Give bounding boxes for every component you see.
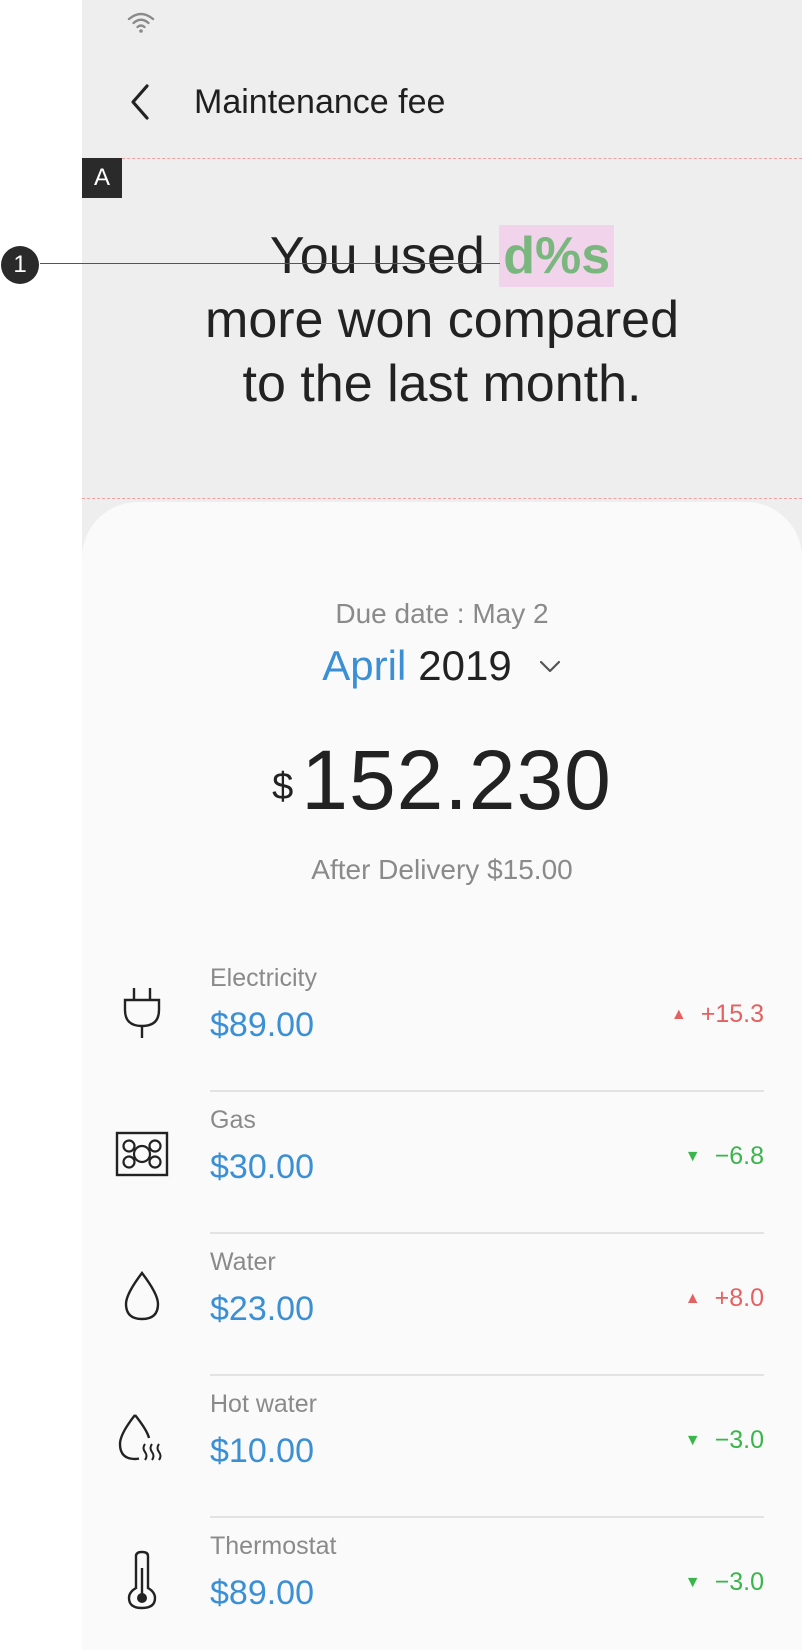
change-value: −3.0 — [714, 1568, 764, 1596]
item-change: ▲ +8.0 — [685, 1284, 764, 1313]
item-value: $23.00 — [210, 1290, 314, 1328]
item-value: $30.00 — [210, 1148, 314, 1186]
item-label: Thermostat — [210, 1532, 337, 1560]
item-value: $10.00 — [210, 1432, 314, 1470]
headline-line-3: to the last month. — [242, 355, 642, 413]
headline-line-1: You used d%s — [82, 224, 802, 288]
change-value: +8.0 — [714, 1284, 764, 1312]
item-label: Hot water — [210, 1390, 317, 1418]
back-arrow-icon — [131, 84, 149, 120]
item-label: Electricity — [210, 964, 317, 992]
list-item-electricity[interactable]: Electricity $89.00 ▲ +15.3 — [82, 950, 802, 1092]
water-drop-icon — [114, 1268, 170, 1324]
list-item-hot-water[interactable]: Hot water $10.00 ▼ −3.0 — [82, 1376, 802, 1518]
bill-card: Due date : May 2 April 2019 $ 152.230 Af… — [82, 502, 802, 1650]
hot-water-icon — [114, 1410, 170, 1466]
phone-screen: Maintenance fee A You used d%s more won … — [82, 0, 802, 1650]
item-label: Gas — [210, 1106, 256, 1134]
headline-variable: d%s — [499, 225, 615, 287]
list-item-water[interactable]: Water $23.00 ▲ +8.0 — [82, 1234, 802, 1376]
increase-icon: ▲ — [670, 1005, 687, 1023]
back-button[interactable] — [116, 78, 164, 126]
status-bar — [82, 0, 802, 48]
item-value: $89.00 — [210, 1574, 314, 1612]
total-value: 152.230 — [301, 733, 612, 827]
fee-list: Electricity $89.00 ▲ +15.3 Gas $30.00 ▼ … — [82, 950, 802, 1650]
currency-symbol: $ — [272, 766, 294, 808]
increase-icon: ▲ — [684, 1289, 701, 1307]
list-item-gas[interactable]: Gas $30.00 ▼ −6.8 — [82, 1092, 802, 1234]
total-amount: $ 152.230 — [82, 732, 802, 829]
due-date: Due date : May 2 — [335, 598, 549, 629]
item-value: $89.00 — [210, 1006, 314, 1044]
period-selector[interactable]: April 2019 — [82, 642, 802, 690]
change-value: −6.8 — [714, 1142, 764, 1170]
item-change: ▼ −6.8 — [685, 1142, 764, 1171]
app-bar: Maintenance fee — [82, 48, 802, 156]
thermometer-icon — [114, 1550, 170, 1610]
section-marker: A — [82, 158, 122, 198]
callout-line — [40, 263, 500, 264]
page-title: Maintenance fee — [194, 83, 446, 121]
period-year: 2019 — [418, 642, 512, 689]
item-change: ▲ +15.3 — [671, 1000, 764, 1029]
usage-headline: You used d%s more won compared to the la… — [82, 224, 802, 416]
wifi-icon — [127, 12, 155, 33]
callout-marker: 1 — [1, 246, 39, 284]
list-item-thermostat[interactable]: Thermostat $89.00 ▼ −3.0 — [82, 1518, 802, 1650]
headline-prefix: You used — [269, 227, 485, 285]
stove-icon — [114, 1126, 170, 1182]
change-value: +15.3 — [700, 1000, 764, 1028]
plug-icon — [114, 984, 170, 1040]
decrease-icon: ▼ — [684, 1573, 701, 1591]
decrease-icon: ▼ — [684, 1147, 701, 1165]
item-label: Water — [210, 1248, 276, 1276]
change-value: −3.0 — [714, 1426, 764, 1454]
headline-line-2: more won compared — [205, 291, 679, 349]
chevron-down-icon — [539, 660, 560, 673]
decrease-icon: ▼ — [684, 1431, 701, 1449]
item-change: ▼ −3.0 — [685, 1426, 764, 1455]
guide-line-top — [82, 158, 802, 159]
item-change: ▼ −3.0 — [685, 1568, 764, 1597]
period-month: April — [322, 642, 407, 689]
after-delivery: After Delivery $15.00 — [311, 854, 573, 885]
guide-line-bottom — [82, 498, 802, 499]
